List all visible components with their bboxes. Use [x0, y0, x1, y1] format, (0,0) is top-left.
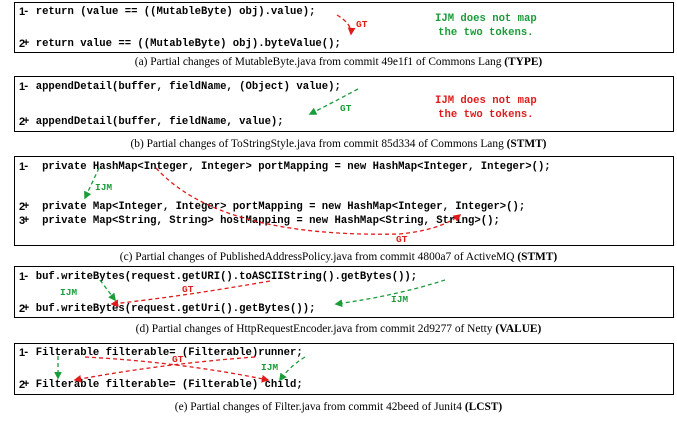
ijm-arrow-label: IJM	[391, 294, 409, 305]
caption-c: (c) Partial changes of PublishedAddressP…	[0, 250, 677, 264]
gt-arrow-label: GT	[396, 234, 408, 245]
caption-d-text: (d) Partial changes of HttpRequestEncode…	[135, 323, 496, 335]
code-line-added: + private Map<String, String> hostMappin…	[23, 215, 500, 227]
ijm-arrow-label: IJM	[95, 182, 113, 193]
code-line-added: + private Map<Integer, Integer> portMapp…	[23, 201, 526, 213]
panel-c-code-box: 1 - private HashMap<Integer, Integer> po…	[14, 156, 674, 246]
caption-e: (e) Partial changes of Filter.java from …	[0, 400, 677, 414]
code-line-removed: - private HashMap<Integer, Integer> port…	[23, 161, 551, 173]
caption-b-category: (STMT)	[506, 138, 547, 150]
caption-a-text: (a) Partial changes of MutableByte.java …	[134, 56, 505, 68]
ijm-arrow-label: IJM	[261, 362, 279, 373]
gt-arrow-label: GT	[340, 103, 352, 114]
caption-b: (b) Partial changes of ToStringStyle.jav…	[0, 137, 677, 151]
caption-b-text: (b) Partial changes of ToStringStyle.jav…	[130, 138, 507, 150]
code-line-added: + buf.writeBytes(request.getUri().getByt…	[23, 303, 316, 315]
panel-e-code-box: 1 - Filterable filterable= (Filterable)r…	[14, 343, 674, 395]
panel-a-code-box: 1 - return (value == ((MutableByte) obj)…	[14, 2, 674, 53]
code-line-removed: - return (value == ((MutableByte) obj).v…	[23, 6, 316, 18]
ijm-note: IJM does not map the two tokens.	[435, 13, 537, 39]
gt-arrow-label: GT	[182, 284, 194, 295]
code-line-added: + appendDetail(buffer, fieldName, value)…	[23, 116, 284, 128]
code-line-removed: - Filterable filterable= (Filterable)run…	[23, 347, 303, 359]
ijm-arrow-label: IJM	[60, 287, 78, 298]
caption-d: (d) Partial changes of HttpRequestEncode…	[0, 322, 677, 336]
caption-c-text: (c) Partial changes of PublishedAddressP…	[119, 251, 518, 263]
caption-a: (a) Partial changes of MutableByte.java …	[0, 55, 677, 69]
gt-arrow-label: GT	[356, 19, 368, 30]
gt-arrow-label: GT	[172, 354, 184, 365]
code-line-added: + Filterable filterable= (Filterable) ch…	[23, 379, 303, 391]
caption-c-category: (STMT)	[517, 251, 558, 263]
ijm-note: IJM does not map the two tokens.	[435, 95, 537, 121]
code-line-removed: - appendDetail(buffer, fieldName, (Objec…	[23, 81, 341, 93]
caption-a-category: (TYPE)	[504, 56, 543, 68]
caption-e-category: (LCST)	[464, 401, 503, 413]
code-line-added: + return value == ((MutableByte) obj).by…	[23, 38, 341, 50]
panel-d-code-box: 1 - buf.writeBytes(request.getURI().toAS…	[14, 266, 674, 318]
caption-e-text: (e) Partial changes of Filter.java from …	[174, 401, 465, 413]
code-line-removed: - buf.writeBytes(request.getURI().toASCI…	[23, 271, 418, 283]
caption-d-category: (VALUE)	[495, 323, 542, 335]
